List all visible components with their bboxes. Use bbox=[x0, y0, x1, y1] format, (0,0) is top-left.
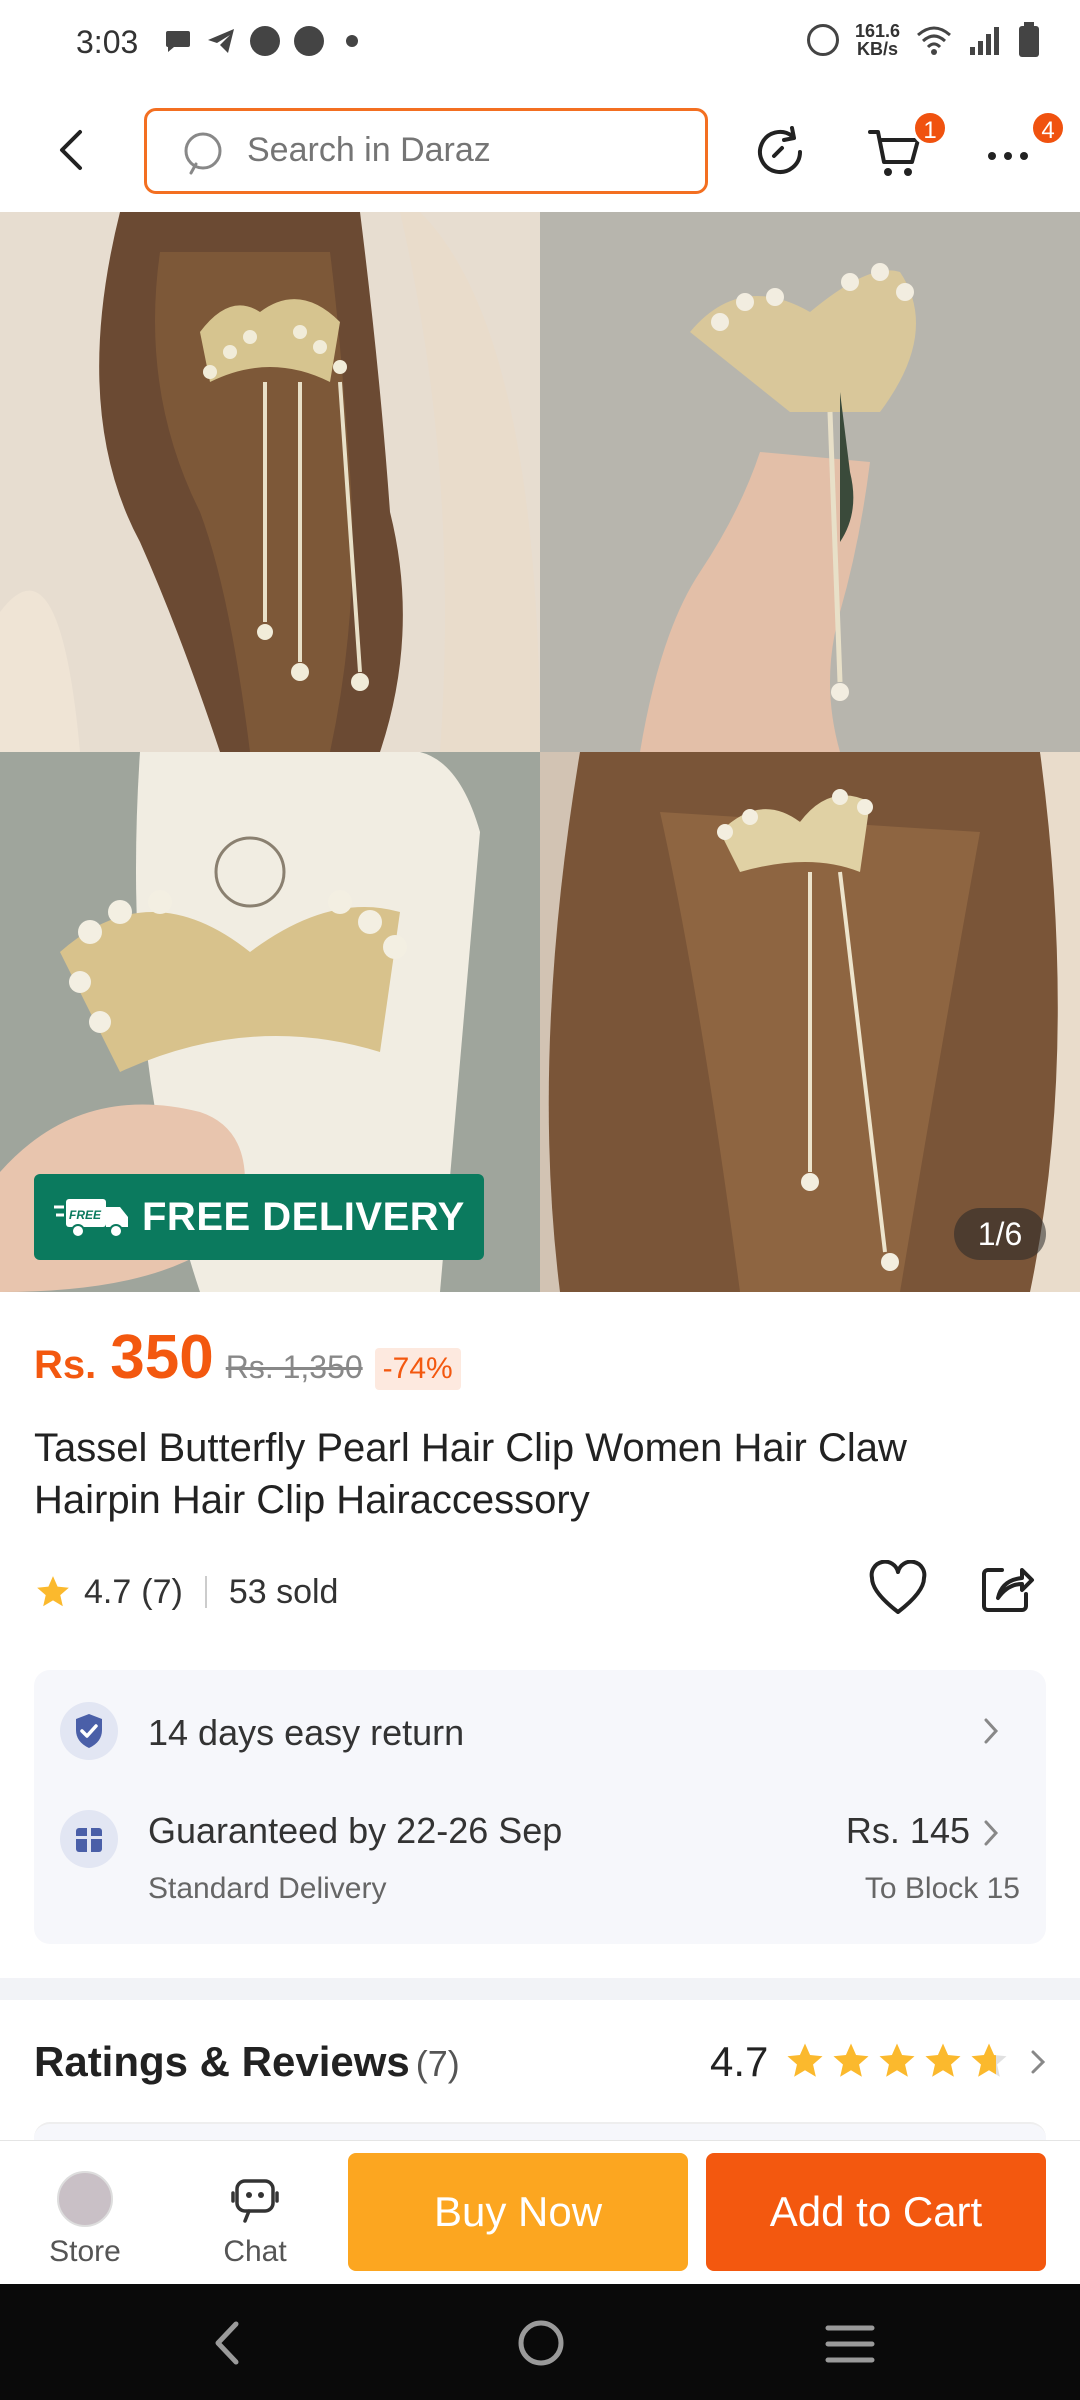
chat-bubble-icon bbox=[166, 31, 190, 52]
share-button[interactable] bbox=[978, 1560, 1036, 1616]
store-button[interactable]: Store bbox=[30, 2171, 140, 2271]
divider bbox=[204, 1576, 207, 1608]
share-icon bbox=[982, 1568, 1034, 1612]
chevron-right-icon bbox=[984, 1820, 999, 1846]
ratings-score: 4.7 bbox=[710, 2038, 769, 2085]
package-icon bbox=[76, 1828, 102, 1852]
wifi-icon bbox=[916, 25, 952, 55]
alarm-icon bbox=[806, 24, 839, 56]
chevron-right-icon bbox=[984, 1718, 999, 1744]
delivery-destination: To Block 15 bbox=[864, 1872, 1020, 1905]
return-policy-text: 14 days easy return bbox=[148, 1712, 465, 1753]
search-icon bbox=[184, 132, 222, 175]
delivery-option-row[interactable]: Guaranteed by 22-26 Sep Standard Deliver… bbox=[60, 1806, 1020, 1926]
search-input[interactable] bbox=[247, 131, 667, 170]
chevron-right-icon bbox=[1031, 2050, 1046, 2074]
free-delivery-label: FREE DELIVERY bbox=[142, 1194, 465, 1239]
delivery-info-card: 14 days easy return Guaranteed by 22-26 … bbox=[34, 1670, 1046, 1944]
more-dots-icon bbox=[988, 152, 1028, 160]
chat-robot-icon bbox=[231, 2179, 279, 2223]
net-speed-unit: KB/s bbox=[856, 39, 898, 59]
telegram-icon bbox=[208, 29, 234, 53]
nav-recents-icon[interactable] bbox=[824, 2322, 876, 2366]
facebook-icon bbox=[294, 26, 324, 56]
store-avatar bbox=[57, 2171, 113, 2227]
messages-count-badge: 4 bbox=[1030, 110, 1066, 146]
cart-count-badge: 1 bbox=[912, 110, 948, 146]
product-image-back-view bbox=[0, 212, 540, 752]
nav-home-icon[interactable] bbox=[516, 2318, 566, 2368]
price-currency: Rs. bbox=[34, 1343, 97, 1387]
star-icon bbox=[925, 2043, 961, 2077]
history-icon bbox=[758, 126, 802, 174]
return-icon-wrapper bbox=[60, 1702, 118, 1760]
price-value: 350 bbox=[110, 1323, 214, 1392]
image-page-counter: 1/6 bbox=[954, 1208, 1046, 1260]
return-policy-row[interactable]: 14 days easy return bbox=[60, 1698, 1020, 1768]
more-button[interactable] bbox=[984, 148, 1034, 164]
ratings-title: Ratings & Reviews (7) bbox=[34, 2038, 460, 2086]
chevron-left-icon bbox=[60, 130, 82, 170]
battery-icon bbox=[1018, 22, 1040, 58]
status-time: 3:03 bbox=[76, 24, 139, 60]
heart-icon bbox=[869, 1559, 927, 1614]
rating-summary-row[interactable]: 4.7 (7) 53 sold bbox=[34, 1562, 338, 1622]
reviews-preview-card bbox=[34, 2122, 1046, 2142]
ratings-count: (7) bbox=[415, 2043, 460, 2084]
free-delivery-badge: FREE FREE DELIVERY bbox=[34, 1174, 484, 1260]
svg-text:FREE: FREE bbox=[69, 1208, 102, 1222]
chat-button[interactable]: Chat bbox=[200, 2171, 310, 2271]
product-image-gallery[interactable]: FREE FREE DELIVERY 1/6 bbox=[0, 212, 1080, 1292]
more-notifications-dot-icon bbox=[346, 35, 358, 47]
status-bar: 3:03 161.6 KB/s bbox=[0, 0, 1080, 88]
net-speed-value: 161.6 bbox=[854, 21, 900, 41]
rating-stars bbox=[784, 2040, 1010, 2082]
facebook-icon bbox=[250, 26, 280, 56]
chat-label: Chat bbox=[223, 2235, 287, 2268]
bottom-action-bar: Store Chat Buy Now Add to Cart bbox=[0, 2140, 1080, 2284]
section-divider bbox=[0, 1978, 1080, 2000]
delivery-icon-wrapper bbox=[60, 1810, 118, 1868]
half-star-icon bbox=[971, 2043, 1007, 2077]
store-label: Store bbox=[49, 2235, 121, 2268]
delivery-fee: Rs. 145 bbox=[845, 1810, 970, 1851]
product-title: Tassel Butterfly Pearl Hair Clip Women H… bbox=[34, 1426, 907, 1522]
price-row: Rs. 350 Rs. 1,350 -74% bbox=[34, 1322, 461, 1402]
back-button[interactable] bbox=[50, 124, 94, 176]
ratings-title-text: Ratings & Reviews bbox=[34, 2038, 410, 2085]
wishlist-button[interactable] bbox=[868, 1559, 928, 1616]
product-image-in-hand bbox=[540, 212, 1080, 752]
rating-value: 4.7 bbox=[84, 1572, 132, 1611]
star-icon bbox=[787, 2043, 823, 2077]
delivery-type: Standard Delivery bbox=[148, 1872, 387, 1905]
ratings-reviews-header[interactable]: Ratings & Reviews (7) 4.7 bbox=[34, 2028, 1046, 2098]
shield-check-icon bbox=[76, 1714, 102, 1748]
original-price: Rs. 1,350 bbox=[225, 1349, 363, 1385]
history-button[interactable] bbox=[752, 124, 808, 180]
system-navigation-bar bbox=[0, 2284, 1080, 2400]
status-right: 161.6 KB/s bbox=[806, 22, 1040, 58]
sold-count: 53 sold bbox=[228, 1572, 339, 1611]
star-icon bbox=[833, 2043, 869, 2077]
notification-icons bbox=[164, 26, 358, 56]
rating-count: (7) bbox=[141, 1572, 183, 1611]
discount-badge: -74% bbox=[374, 1348, 461, 1390]
buy-now-button[interactable]: Buy Now bbox=[348, 2153, 688, 2271]
network-speed: 161.6 KB/s bbox=[855, 22, 900, 58]
nav-back-icon[interactable] bbox=[208, 2318, 248, 2368]
top-navigation: 1 4 bbox=[0, 88, 1080, 212]
add-to-cart-button[interactable]: Add to Cart bbox=[706, 2153, 1046, 2271]
signal-icon bbox=[968, 25, 1002, 55]
delivery-truck-icon: FREE bbox=[54, 1199, 128, 1238]
search-bar[interactable] bbox=[144, 108, 708, 194]
delivery-guarantee-text: Guaranteed by 22-26 Sep bbox=[148, 1810, 563, 1851]
star-icon bbox=[37, 1576, 69, 1607]
star-icon bbox=[879, 2043, 915, 2077]
